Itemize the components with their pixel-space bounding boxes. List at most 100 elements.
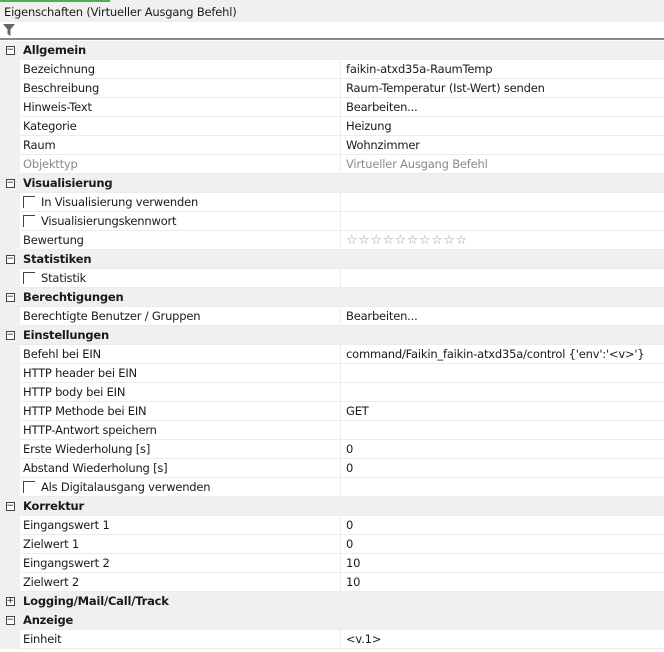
property-value[interactable]: Virtueller Ausgang Befehl: [341, 155, 664, 174]
row-indent: [0, 135, 20, 155]
property-name: Bezeichnung: [20, 59, 341, 79]
property-row[interactable]: Erste Wiederholung [s] 0: [0, 439, 664, 459]
collapse-icon[interactable]: −: [0, 326, 20, 345]
property-value[interactable]: ☆☆☆☆☆☆☆☆☆☆: [341, 231, 664, 250]
expand-icon[interactable]: +: [0, 592, 20, 611]
property-row[interactable]: Eingangswert 1 0: [0, 515, 664, 535]
section-label: Korrektur: [23, 499, 84, 513]
property-row[interactable]: Zielwert 1 0: [0, 534, 664, 554]
property-value[interactable]: Bearbeiten...: [341, 98, 664, 117]
property-name: Zielwert 1: [20, 534, 341, 554]
property-row[interactable]: Bezeichnung faikin-atxd35a-RaumTemp: [0, 59, 664, 79]
checkbox[interactable]: [23, 196, 35, 208]
property-row[interactable]: HTTP header bei EIN: [0, 363, 664, 383]
property-row[interactable]: Abstand Wiederholung [s] 0: [0, 458, 664, 478]
row-indent: [0, 534, 20, 554]
property-row[interactable]: Beschreibung Raum-Temperatur (Ist-Wert) s…: [0, 78, 664, 98]
property-row[interactable]: Befehl bei EIN command/Faikin_faikin-atxd…: [0, 344, 664, 364]
property-name: HTTP header bei EIN: [20, 363, 341, 383]
property-value[interactable]: Bearbeiten...: [341, 307, 664, 326]
property-value[interactable]: 0: [341, 440, 664, 459]
checkbox[interactable]: [23, 481, 35, 493]
section-visualisierung[interactable]: − Visualisierung: [0, 174, 664, 193]
property-label: Hinweis-Text: [23, 99, 92, 114]
section-berechtigungen[interactable]: − Berechtigungen: [0, 288, 664, 307]
property-row[interactable]: Raum Wohnzimmer: [0, 135, 664, 155]
collapse-icon[interactable]: −: [0, 41, 20, 60]
section-allgemein[interactable]: − Allgemein: [0, 41, 664, 60]
property-value[interactable]: 10: [341, 554, 664, 573]
section-korrektur[interactable]: − Korrektur: [0, 497, 664, 516]
rating-stars[interactable]: ☆☆☆☆☆☆☆☆☆☆: [346, 233, 468, 248]
collapse-icon[interactable]: −: [0, 497, 20, 516]
property-row[interactable]: Berechtigte Benutzer / Gruppen Bearbeiten…: [0, 306, 664, 326]
section-anzeige[interactable]: − Anzeige: [0, 611, 664, 630]
star-icon[interactable]: ☆: [358, 233, 370, 248]
property-value[interactable]: Wohnzimmer: [341, 136, 664, 155]
property-row[interactable]: Eingangswert 2 10: [0, 553, 664, 573]
property-value[interactable]: command/Faikin_faikin-atxd35a/control {'…: [341, 345, 664, 364]
section-logging-mail-call-track[interactable]: + Logging/Mail/Call/Track: [0, 592, 664, 611]
row-indent: [0, 477, 20, 497]
filter-icon[interactable]: [2, 23, 16, 37]
collapse-icon[interactable]: −: [0, 288, 20, 307]
property-name: HTTP body bei EIN: [20, 382, 341, 402]
star-icon[interactable]: ☆: [382, 233, 394, 248]
checkbox[interactable]: [23, 215, 35, 227]
property-row[interactable]: Als Digitalausgang verwenden: [0, 477, 664, 497]
property-value[interactable]: Heizung: [341, 117, 664, 136]
property-row[interactable]: Visualisierungskennwort: [0, 211, 664, 231]
star-icon[interactable]: ☆: [346, 233, 358, 248]
property-grid: − Allgemein Bezeichnung faikin-atxd35a-Raum…: [0, 41, 664, 649]
property-row[interactable]: HTTP body bei EIN: [0, 382, 664, 402]
property-value[interactable]: <v.1>: [341, 630, 664, 649]
property-name: HTTP-Antwort speichern: [20, 420, 341, 440]
property-row[interactable]: In Visualisierung verwenden: [0, 192, 664, 212]
property-value[interactable]: [341, 383, 664, 402]
property-row[interactable]: Kategorie Heizung: [0, 116, 664, 136]
star-icon[interactable]: ☆: [455, 233, 467, 248]
property-label: Als Digitalausgang verwenden: [41, 479, 211, 494]
property-row[interactable]: Statistik: [0, 268, 664, 288]
property-row[interactable]: Einheit <v.1>: [0, 629, 664, 649]
property-label: Abstand Wiederholung [s]: [23, 460, 168, 475]
star-icon[interactable]: ☆: [370, 233, 382, 248]
property-value[interactable]: [341, 364, 664, 383]
property-value[interactable]: GET: [341, 402, 664, 421]
section-einstellungen[interactable]: − Einstellungen: [0, 326, 664, 345]
collapse-icon[interactable]: −: [0, 611, 20, 630]
collapse-icon[interactable]: −: [0, 250, 20, 269]
property-name: In Visualisierung verwenden: [20, 192, 341, 212]
checkbox[interactable]: [23, 272, 35, 284]
row-indent: [0, 116, 20, 136]
star-icon[interactable]: ☆: [395, 233, 407, 248]
property-value[interactable]: [341, 212, 664, 231]
property-name: Erste Wiederholung [s]: [20, 439, 341, 459]
star-icon[interactable]: ☆: [443, 233, 455, 248]
property-value[interactable]: 0: [341, 535, 664, 554]
property-value[interactable]: [341, 478, 664, 497]
property-row[interactable]: Bewertung ☆☆☆☆☆☆☆☆☆☆: [0, 230, 664, 250]
property-value[interactable]: [341, 193, 664, 212]
property-label: HTTP body bei EIN: [23, 384, 126, 399]
property-value[interactable]: [341, 421, 664, 440]
property-value[interactable]: Raum-Temperatur (Ist-Wert) senden: [341, 79, 664, 98]
property-row[interactable]: HTTP-Antwort speichern: [0, 420, 664, 440]
property-row[interactable]: Zielwert 2 10: [0, 572, 664, 592]
star-icon[interactable]: ☆: [431, 233, 443, 248]
property-row[interactable]: Objekttyp Virtueller Ausgang Befehl: [0, 154, 664, 174]
star-icon[interactable]: ☆: [419, 233, 431, 248]
row-indent: [0, 192, 20, 212]
property-row[interactable]: Hinweis-Text Bearbeiten...: [0, 97, 664, 117]
row-indent: [0, 629, 20, 649]
property-value[interactable]: faikin-atxd35a-RaumTemp: [341, 60, 664, 79]
star-icon[interactable]: ☆: [407, 233, 419, 248]
property-row[interactable]: HTTP Methode bei EIN GET: [0, 401, 664, 421]
property-value[interactable]: 10: [341, 573, 664, 592]
row-indent: [0, 306, 20, 326]
collapse-icon[interactable]: −: [0, 174, 20, 193]
property-value[interactable]: [341, 269, 664, 288]
property-value[interactable]: 0: [341, 516, 664, 535]
section-statistiken[interactable]: − Statistiken: [0, 250, 664, 269]
property-value[interactable]: 0: [341, 459, 664, 478]
